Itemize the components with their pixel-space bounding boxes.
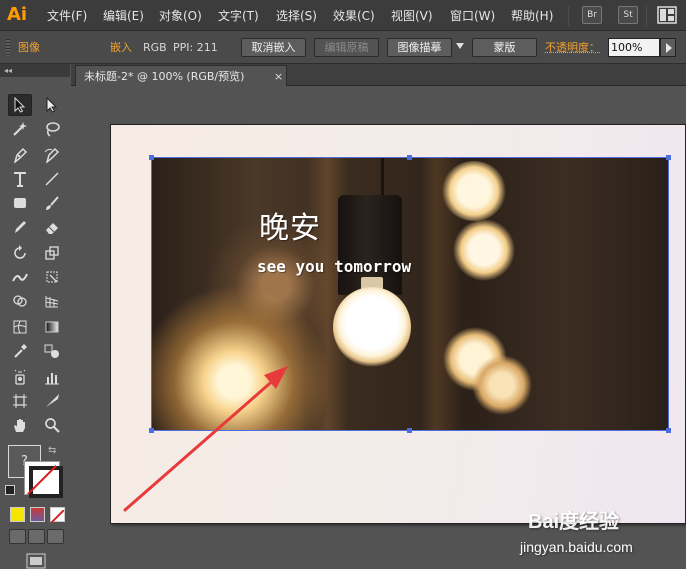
lasso-tool-icon[interactable] — [40, 118, 64, 140]
menu-bar: Ai 文件(F) 编辑(E) 对象(O) 文字(T) 选择(S) 效果(C) 视… — [0, 0, 686, 31]
draw-normal-icon[interactable] — [9, 529, 26, 544]
embedded-photo[interactable]: 晚安 see you tomorrow — [151, 157, 669, 431]
workspace-layout-icon[interactable] — [657, 6, 677, 24]
artwork-subtitle: see you tomorrow — [257, 257, 412, 276]
pen-tool-icon[interactable] — [8, 144, 32, 166]
line-segment-tool-icon[interactable] — [40, 168, 64, 190]
menu-type[interactable]: 文字(T) — [218, 7, 259, 25]
free-transform-tool-icon[interactable] — [40, 266, 64, 288]
embed-label[interactable]: 嵌入 — [110, 40, 132, 55]
perspective-grid-tool-icon[interactable] — [40, 290, 64, 312]
bokeh-light — [442, 161, 506, 221]
default-fill-stroke-icon[interactable] — [5, 485, 15, 495]
document-tabs: 未标题-2* @ 100% (RGB/预览) × — [71, 64, 686, 86]
menu-effect[interactable]: 效果(C) — [333, 7, 375, 25]
object-type-label[interactable]: 图像 — [18, 40, 40, 55]
menu-object[interactable]: 对象(O) — [159, 7, 202, 25]
bokeh-light — [471, 355, 533, 415]
resize-handle[interactable] — [666, 155, 671, 160]
direct-selection-tool-icon[interactable] — [40, 94, 64, 116]
opacity-input[interactable]: 100% — [608, 38, 660, 57]
edit-original-button: 编辑原稿 — [314, 38, 379, 57]
opacity-slider-toggle[interactable] — [660, 38, 676, 57]
resize-handle[interactable] — [666, 428, 671, 433]
collapse-panel-icon[interactable]: ◂◂ — [4, 65, 12, 76]
menu-edit[interactable]: 编辑(E) — [103, 7, 144, 25]
zoom-tool-icon[interactable] — [40, 414, 64, 436]
opacity-label[interactable]: 不透明度： — [545, 40, 600, 55]
pencil-tool-icon[interactable] — [8, 216, 32, 238]
symbol-sprayer-tool-icon[interactable] — [8, 366, 32, 388]
app-logo: Ai — [6, 4, 28, 25]
menu-select[interactable]: 选择(S) — [276, 7, 317, 25]
baidu-jingyan-watermark: Bai度经验 jingyan.baidu.com — [520, 508, 680, 566]
document-tab[interactable]: 未标题-2* @ 100% (RGB/预览) × — [75, 65, 287, 86]
document-tab-title: 未标题-2* @ 100% (RGB/预览) — [84, 70, 245, 83]
mask-button[interactable]: 蒙版 — [472, 38, 537, 57]
rotate-tool-icon[interactable] — [8, 242, 32, 264]
gradient-tool-icon[interactable] — [40, 316, 64, 338]
none-mode-icon[interactable] — [50, 507, 65, 524]
unembed-button[interactable]: 取消嵌入 — [241, 38, 306, 57]
eraser-tool-icon[interactable] — [40, 216, 64, 238]
screen-mode-icon[interactable] — [26, 553, 46, 569]
width-tool-icon[interactable] — [8, 266, 32, 288]
magic-wand-tool-icon[interactable] — [8, 118, 32, 140]
bridge-button[interactable]: Br — [582, 6, 602, 24]
paintbrush-tool-icon[interactable] — [40, 192, 64, 214]
mesh-tool-icon[interactable] — [8, 316, 32, 338]
color-mode-label: RGB — [143, 41, 167, 54]
panel-grip[interactable] — [6, 39, 10, 56]
draw-behind-icon[interactable] — [28, 529, 45, 544]
stroke-swatch[interactable] — [24, 461, 63, 498]
light-bulb — [333, 287, 411, 367]
column-graph-tool-icon[interactable] — [40, 366, 64, 388]
watermark-logo: Bai度经验 — [528, 511, 620, 533]
shape-builder-tool-icon[interactable] — [8, 290, 32, 312]
resize-handle[interactable] — [149, 155, 154, 160]
resize-handle[interactable] — [407, 155, 412, 160]
selection-tool-icon[interactable] — [8, 94, 32, 116]
illustrator-window: Ai 文件(F) 编辑(E) 对象(O) 文字(T) 选择(S) 效果(C) 视… — [0, 0, 686, 569]
menu-separator — [646, 6, 647, 26]
swap-fill-stroke-icon[interactable]: ⇆ — [48, 445, 56, 456]
canvas-area[interactable]: 晚安 see you tomorrow — [71, 86, 686, 569]
curvature-tool-icon[interactable] — [40, 144, 64, 166]
eyedropper-tool-icon[interactable] — [8, 340, 32, 362]
artboard-tool-icon[interactable] — [8, 390, 32, 412]
ppi-label: PPI: 211 — [173, 41, 218, 54]
draw-inside-icon[interactable] — [47, 529, 64, 544]
menu-help[interactable]: 帮助(H) — [511, 7, 553, 25]
bulb-cable — [381, 157, 384, 197]
menu-separator — [568, 6, 569, 26]
gradient-mode-icon[interactable] — [30, 507, 45, 522]
menu-window[interactable]: 窗口(W) — [450, 7, 495, 25]
tools-panel: ◂◂ ⇆ — [0, 64, 70, 569]
resize-handle[interactable] — [149, 428, 154, 433]
color-mode-icon[interactable] — [10, 507, 25, 522]
control-bar: 图像 嵌入 RGB PPI: 211 取消嵌入 编辑原稿 图像描摹 蒙版 不透明… — [0, 31, 686, 64]
blend-tool-icon[interactable] — [40, 340, 64, 362]
type-tool-icon[interactable] — [8, 168, 32, 190]
resize-handle[interactable] — [407, 428, 412, 433]
scale-tool-icon[interactable] — [40, 242, 64, 264]
watermark-url: jingyan.baidu.com — [520, 539, 633, 555]
menu-file[interactable]: 文件(F) — [47, 7, 87, 25]
rectangle-tool-icon[interactable] — [8, 192, 32, 214]
hand-tool-icon[interactable] — [8, 414, 32, 436]
slice-tool-icon[interactable] — [40, 390, 64, 412]
close-icon[interactable]: × — [274, 69, 283, 84]
bokeh-light — [453, 219, 515, 281]
image-trace-button[interactable]: 图像描摹 — [387, 38, 452, 57]
menu-view[interactable]: 视图(V) — [391, 7, 433, 25]
image-trace-dropdown-icon[interactable] — [456, 43, 464, 49]
artwork-title: 晚安 — [259, 211, 321, 246]
tools-panel-header[interactable]: ◂◂ — [0, 64, 70, 77]
stock-button[interactable]: St — [618, 6, 638, 24]
